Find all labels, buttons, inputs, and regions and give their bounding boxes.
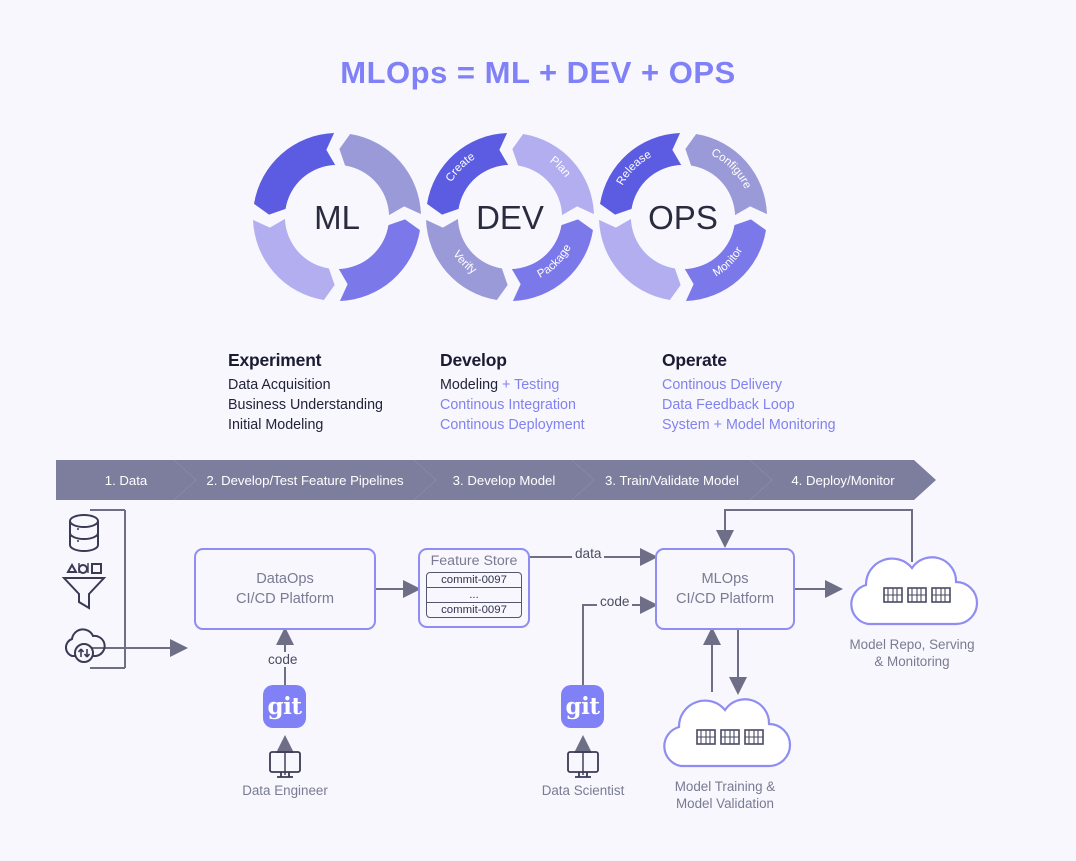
pipeline-flow-diagram: DataOps CI/CD Platform Feature Store com… bbox=[0, 500, 1076, 856]
feature-store-commit-list: commit-0097 ... commit-0097 bbox=[426, 572, 522, 618]
caption-line2: & Monitoring bbox=[874, 654, 950, 669]
mlops-platform-box[interactable]: MLOps CI/CD Platform bbox=[655, 548, 795, 630]
pipeline-stage-label: 4. Deploy/Monitor bbox=[791, 472, 895, 488]
caption-data-engineer: Data Engineer bbox=[242, 783, 328, 798]
feature-store-title: Feature Store bbox=[430, 553, 518, 569]
pipeline-stage-label: 3. Train/Validate Model bbox=[605, 472, 739, 488]
funnel-filter-icon bbox=[60, 560, 108, 617]
column-line: Initial Modeling bbox=[228, 417, 324, 434]
pipeline-stage-chevron[interactable]: 4. Deploy/Monitor bbox=[750, 460, 936, 500]
column-line: Continous Delivery bbox=[662, 377, 782, 393]
caption-model-training: Model Training & Model Validation bbox=[635, 778, 815, 812]
column-heading: Experiment bbox=[228, 350, 322, 370]
edge-label-code-right: code bbox=[597, 594, 633, 609]
dataops-platform-box[interactable]: DataOps CI/CD Platform bbox=[194, 548, 376, 630]
column-line: Data Feedback Loop bbox=[662, 397, 795, 414]
edge-label-code-left: code bbox=[265, 652, 301, 667]
git-badge-data-engineer[interactable]: git bbox=[263, 685, 306, 728]
edge-label-data: data bbox=[572, 546, 605, 561]
ring-center-label: OPS bbox=[648, 199, 718, 236]
caption-line1: Model Training & bbox=[674, 779, 776, 794]
pipeline-stage-chevron[interactable]: 3. Develop Model bbox=[414, 460, 594, 500]
mlops-infinity-rings: ML DEV Create Plan Package Verify OPS Release Co… bbox=[228, 108, 793, 326]
diagram-canvas: MLOps = ML + DEV + OPS ML DEV Create Plan Pa… bbox=[0, 0, 1076, 856]
mlops-line1: MLOps bbox=[701, 571, 749, 587]
database-icon bbox=[62, 510, 106, 563]
git-badge-data-scientist[interactable]: git bbox=[561, 685, 604, 728]
pipeline-stage-chevron[interactable]: 1. Data bbox=[56, 460, 196, 500]
commit-row: ... bbox=[427, 588, 521, 603]
column-line-main: Modeling bbox=[440, 377, 499, 393]
caption-line1: Model Repo, Serving bbox=[849, 637, 975, 652]
pipeline-stage-label: 3. Develop Model bbox=[452, 472, 556, 488]
pipeline-stage-chevron[interactable]: 3. Train/Validate Model bbox=[572, 460, 772, 500]
column-experiment: Experiment Data Acquisition Business Und… bbox=[228, 350, 383, 436]
commit-row: commit-0097 bbox=[441, 604, 507, 616]
column-line: Data Acquisition bbox=[228, 377, 331, 393]
caption-line2: Model Validation bbox=[675, 796, 774, 811]
mlops-line2: CI/CD Platform bbox=[675, 591, 775, 607]
cloud-sync-icon bbox=[60, 622, 108, 673]
cloud-model-repo[interactable] bbox=[838, 548, 986, 641]
column-line: System + Model Monitoring bbox=[662, 417, 836, 434]
column-line: Continous Integration bbox=[440, 397, 576, 414]
rings-svg: ML DEVCreate PlanPackageVerifyOPSRelease Co… bbox=[253, 133, 767, 301]
page-title: MLOps = ML + DEV + OPS bbox=[340, 55, 736, 90]
column-line: Modeling + Testing bbox=[440, 375, 585, 395]
column-operate: Operate Continous Delivery Data Feedback… bbox=[662, 350, 836, 436]
column-develop: Develop Modeling + Testing Continous Int… bbox=[440, 350, 585, 436]
pipeline-stage-label: 1. Data bbox=[104, 472, 148, 488]
cloud-model-training[interactable] bbox=[651, 690, 799, 783]
ring-center-label: DEV bbox=[476, 199, 544, 236]
monitor-icon bbox=[268, 750, 302, 785]
column-line: Business Understanding bbox=[228, 397, 383, 414]
dataops-line1: DataOps bbox=[256, 571, 314, 587]
pipeline-stage-chevron[interactable]: 2. Develop/Test Feature Pipelines bbox=[174, 460, 436, 500]
monitor-icon bbox=[566, 750, 600, 785]
caption-data-scientist: Data Scientist bbox=[541, 783, 625, 798]
column-heading: Develop bbox=[440, 350, 507, 370]
pipeline-stage-label: 2. Develop/Test Feature Pipelines bbox=[206, 472, 404, 488]
feature-store-box[interactable]: Feature Store commit-0097 ... commit-009… bbox=[418, 548, 530, 628]
dataops-line2: CI/CD Platform bbox=[235, 591, 335, 607]
pipeline-stage-banner: 1. Data 2. Develop/Test Feature Pipelines… bbox=[56, 460, 1024, 500]
column-line-suffix: + Testing bbox=[498, 377, 560, 393]
caption-model-repo: Model Repo, Serving & Monitoring bbox=[822, 636, 1002, 670]
column-line: Continous Deployment bbox=[440, 417, 585, 434]
ring-center-label: ML bbox=[314, 199, 360, 236]
commit-row: commit-0097 bbox=[427, 573, 521, 588]
column-heading: Operate bbox=[662, 350, 727, 370]
